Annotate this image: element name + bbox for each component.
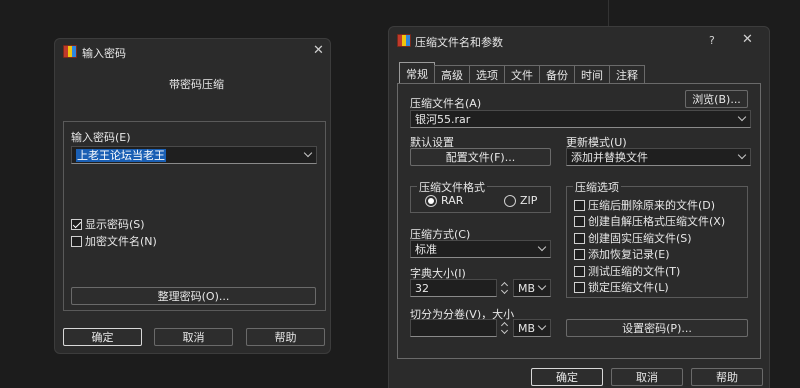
format-zip-label: ZIP <box>520 194 538 207</box>
cancel-button[interactable]: 取消 <box>611 368 683 386</box>
dict-unit-value: MB <box>518 281 536 295</box>
split-unit-select[interactable]: MB <box>513 319 551 337</box>
option-label: 压缩后删除原来的文件(D) <box>588 199 716 212</box>
dict-unit-select[interactable]: MB <box>513 279 551 297</box>
option-lock[interactable]: 锁定压缩文件(L) <box>574 279 669 295</box>
password-value: 上老王论坛当老王 <box>76 149 166 162</box>
tab-advanced[interactable]: 高级 <box>434 65 470 84</box>
tab-general[interactable]: 常规 <box>399 62 435 84</box>
archive-name-value: 银河55.rar <box>415 113 471 126</box>
winrar-icon <box>63 45 77 58</box>
chevron-down-icon[interactable] <box>536 320 550 336</box>
format-rar-label: RAR <box>441 194 464 207</box>
option-label: 测试压缩的文件(T) <box>588 265 681 278</box>
chevron-down-icon[interactable] <box>536 241 550 257</box>
help-button[interactable]: 帮助 <box>691 368 763 386</box>
password-input[interactable]: 上老王论坛当老王 <box>71 146 317 164</box>
profiles-button[interactable]: 配置文件(F)... <box>410 148 551 166</box>
checkbox-box[interactable] <box>574 281 585 293</box>
help-icon[interactable]: ? <box>709 34 715 48</box>
option-delete-after[interactable]: 压缩后删除原来的文件(D) <box>574 197 715 213</box>
split-size-input[interactable] <box>410 319 497 337</box>
tab-backup[interactable]: 备份 <box>539 65 575 84</box>
option-test[interactable]: 测试压缩的文件(T) <box>574 263 680 279</box>
archive-name-label: 压缩文件名(A) <box>410 97 482 110</box>
password-dialog-titlebar: 输入密码 ✕ <box>55 39 330 69</box>
update-mode-select[interactable]: 添加并替换文件 <box>566 148 751 166</box>
option-label: 添加恢复记录(E) <box>588 248 670 261</box>
checkbox-box[interactable] <box>574 248 585 260</box>
tab-files[interactable]: 文件 <box>504 65 540 84</box>
radio-dot[interactable] <box>504 194 516 207</box>
option-recovery[interactable]: 添加恢复记录(E) <box>574 246 670 262</box>
winrar-icon <box>397 34 411 47</box>
ok-button[interactable]: 确定 <box>63 328 142 346</box>
password-field-label: 输入密码(E) <box>71 131 131 144</box>
organize-passwords-button[interactable]: 整理密码(O)... <box>71 287 316 305</box>
tab-bar: 常规 高级 选项 文件 备份 时间 注释 <box>399 62 645 84</box>
tab-options[interactable]: 选项 <box>469 65 505 84</box>
password-dialog: 输入密码 ✕ 带密码压缩 输入密码(E) 上老王论坛当老王 显示密码(S) 加密… <box>54 38 331 354</box>
split-unit-value: MB <box>518 321 536 335</box>
option-solid[interactable]: 创建固实压缩文件(S) <box>574 230 692 246</box>
checkbox-box[interactable] <box>574 232 585 244</box>
password-dialog-subtitle: 带密码压缩 <box>169 78 224 91</box>
option-label: 锁定压缩文件(L) <box>588 281 669 294</box>
tab-time[interactable]: 时间 <box>574 65 610 84</box>
set-password-button[interactable]: 设置密码(P)... <box>566 319 748 337</box>
help-button[interactable]: 帮助 <box>246 328 325 346</box>
encrypt-names-label: 加密文件名(N) <box>85 235 157 248</box>
checkbox-box[interactable] <box>71 218 82 230</box>
split-size-stepper[interactable] <box>499 319 511 337</box>
archive-dialog-title: 压缩文件名和参数 <box>415 36 503 49</box>
tab-comment[interactable]: 注释 <box>609 65 645 84</box>
archive-format-title: 压缩文件格式 <box>417 179 487 195</box>
close-icon[interactable]: ✕ <box>313 44 324 58</box>
chevron-down-icon[interactable] <box>736 149 750 165</box>
ok-button[interactable]: 确定 <box>531 368 603 386</box>
checkbox-box[interactable] <box>574 265 585 277</box>
radio-dot[interactable] <box>425 194 437 207</box>
archive-dialog-titlebar: 压缩文件名和参数 ? ✕ <box>389 27 769 57</box>
chevron-down-icon[interactable] <box>536 280 550 296</box>
dict-size-input[interactable]: 32 <box>410 279 497 297</box>
method-value: 标准 <box>415 243 437 256</box>
archive-name-input[interactable]: 银河55.rar <box>410 110 751 128</box>
option-label: 创建固实压缩文件(S) <box>588 232 692 245</box>
dict-size-value: 32 <box>415 282 429 295</box>
archive-options-title: 压缩选项 <box>573 179 621 195</box>
encrypt-names-checkbox[interactable]: 加密文件名(N) <box>71 233 157 249</box>
close-icon[interactable]: ✕ <box>742 33 753 47</box>
checkbox-box[interactable] <box>574 199 585 211</box>
show-password-label: 显示密码(S) <box>85 218 145 231</box>
password-dialog-title: 输入密码 <box>82 47 126 60</box>
update-mode-value: 添加并替换文件 <box>571 151 648 164</box>
chevron-down-icon[interactable] <box>736 111 750 127</box>
format-rar-radio[interactable]: RAR <box>425 194 463 207</box>
browse-button[interactable]: 浏览(B)... <box>685 90 748 108</box>
checkbox-box[interactable] <box>71 235 82 247</box>
format-zip-radio[interactable]: ZIP <box>504 194 537 207</box>
checkbox-box[interactable] <box>574 215 585 227</box>
show-password-checkbox[interactable]: 显示密码(S) <box>71 216 145 232</box>
option-sfx[interactable]: 创建自解压格式压缩文件(X) <box>574 213 725 229</box>
dict-size-stepper[interactable] <box>499 279 511 297</box>
option-label: 创建自解压格式压缩文件(X) <box>588 215 726 228</box>
method-select[interactable]: 标准 <box>410 240 551 258</box>
chevron-down-icon[interactable] <box>302 147 316 163</box>
cancel-button[interactable]: 取消 <box>154 328 233 346</box>
archive-dialog: 压缩文件名和参数 ? ✕ 常规 高级 选项 文件 备份 时间 注释 压缩文件名(… <box>388 26 770 388</box>
